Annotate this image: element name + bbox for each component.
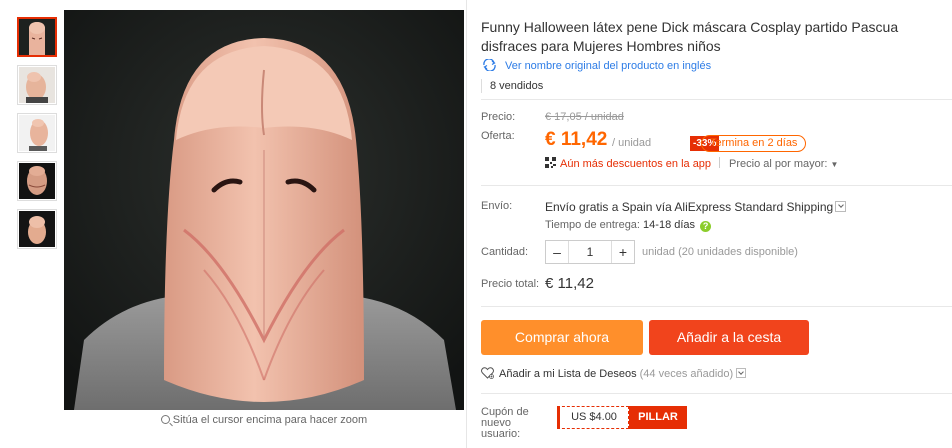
wishlist-row[interactable]: Añadir a mi Lista de Deseos (44 veces añ… bbox=[481, 367, 747, 380]
quantity-input[interactable]: 1 bbox=[568, 241, 612, 263]
wishlist-link[interactable]: Añadir a mi Lista de Deseos bbox=[499, 368, 637, 380]
add-to-cart-button[interactable]: Añadir a la cesta bbox=[649, 320, 809, 355]
qr-code-icon bbox=[545, 157, 556, 168]
thumbnail-5[interactable] bbox=[17, 209, 57, 249]
zoom-hint: Sitúa el cursor encima para hacer zoom bbox=[64, 414, 464, 426]
coupon-amount: US $4.00 bbox=[557, 406, 629, 429]
divider bbox=[481, 185, 952, 186]
coupon-label: Cupón de nuevo usuario: bbox=[481, 406, 529, 440]
quantity-label: Cantidad: bbox=[481, 246, 529, 258]
delivery-time-row: Tiempo de entrega: 14-18 días ? bbox=[545, 219, 712, 232]
help-icon[interactable]: ? bbox=[700, 221, 712, 232]
mask-illustration bbox=[64, 10, 464, 410]
divider bbox=[481, 306, 952, 307]
product-page: Sitúa el cursor encima para hacer zoom F… bbox=[0, 0, 952, 448]
main-product-image[interactable] bbox=[64, 10, 464, 410]
sold-count: 8 vendidos bbox=[481, 79, 543, 93]
magnifier-icon bbox=[160, 415, 170, 424]
delivery-time: 14-18 días bbox=[643, 219, 696, 231]
wishlist-count: (44 veces añadido) bbox=[639, 368, 734, 380]
per-unit-label: / unidad bbox=[612, 137, 652, 149]
quantity-stepper: – 1 + bbox=[545, 240, 635, 264]
thumbnail-4[interactable] bbox=[17, 161, 57, 201]
thumbnail-1[interactable] bbox=[17, 17, 57, 57]
new-user-coupon: US $4.00 PILLAR bbox=[557, 406, 687, 429]
increase-quantity-button[interactable]: + bbox=[612, 241, 634, 263]
thumbnail-2[interactable] bbox=[17, 65, 57, 105]
dropdown-icon[interactable] bbox=[835, 201, 847, 212]
original-name-link[interactable]: Ver nombre original del producto en ingl… bbox=[481, 59, 711, 72]
divider bbox=[481, 99, 952, 100]
offer-price: € 11,42 bbox=[545, 129, 608, 150]
heart-icon bbox=[481, 367, 494, 379]
total-price: € 11,42 bbox=[545, 275, 594, 292]
app-discount-link[interactable]: Aún más descuentos en la app bbox=[560, 158, 711, 170]
total-label: Precio total: bbox=[481, 278, 540, 290]
price-label: Precio: bbox=[481, 111, 516, 123]
get-coupon-button[interactable]: PILLAR bbox=[629, 406, 687, 429]
translate-icon bbox=[483, 59, 496, 71]
column-divider bbox=[466, 0, 467, 448]
separator bbox=[719, 157, 721, 168]
shipping-label: Envío: bbox=[481, 200, 513, 212]
shipping-method[interactable]: Envío gratis a Spain vía AliExpress Stan… bbox=[545, 200, 847, 214]
app-discount-row: Aún más descuentos en la app Precio al po… bbox=[545, 157, 838, 170]
thumbnail-3[interactable] bbox=[17, 113, 57, 153]
divider bbox=[481, 393, 952, 394]
offer-label: Oferta: bbox=[481, 130, 515, 142]
buy-now-button[interactable]: Comprar ahora bbox=[481, 320, 643, 355]
decrease-quantity-button[interactable]: – bbox=[546, 241, 568, 263]
countdown-badge: Termina en 2 días bbox=[701, 135, 807, 152]
product-title: Funny Halloween látex pene Dick máscara … bbox=[481, 19, 899, 54]
dropdown-icon[interactable] bbox=[736, 368, 747, 378]
original-price: € 17,05 / unidad bbox=[545, 111, 624, 123]
wholesale-price-link[interactable]: Precio al por mayor: ▼ bbox=[729, 158, 838, 170]
stock-available: unidad (20 unidades disponible) bbox=[642, 246, 798, 258]
thumbnail-list bbox=[17, 17, 57, 257]
chevron-down-icon: ▼ bbox=[830, 160, 839, 169]
